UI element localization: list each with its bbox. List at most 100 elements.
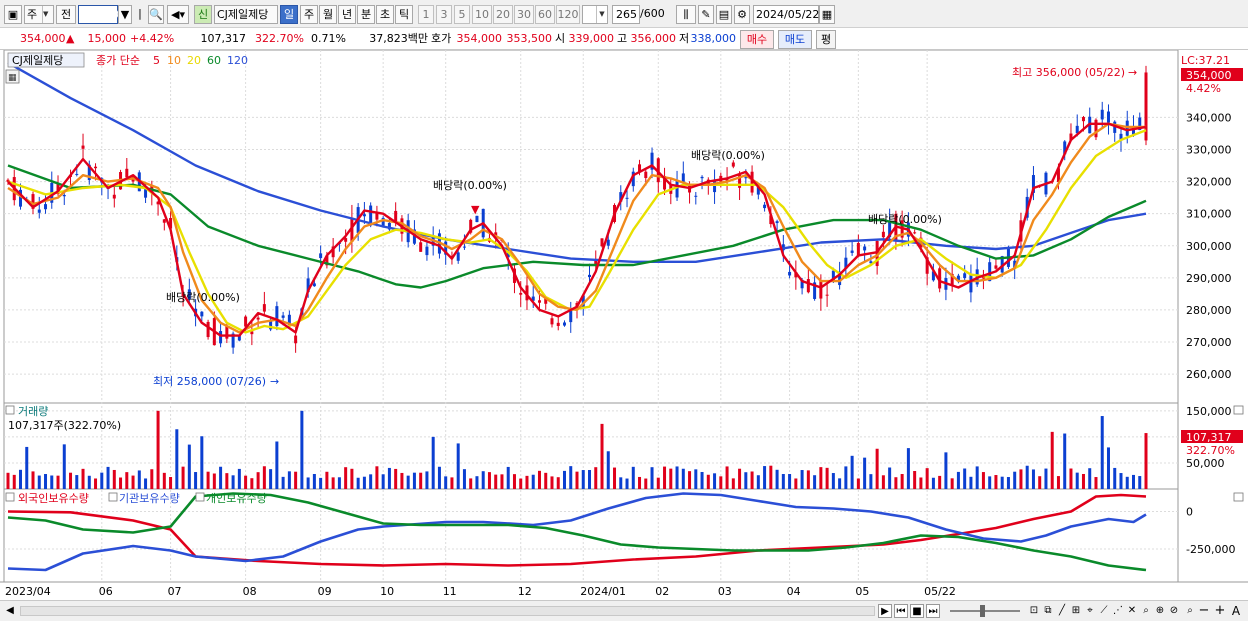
tab-period-tick[interactable]: 틱 (395, 5, 413, 24)
volume-bar (531, 474, 535, 489)
ma-legend-5: 5 (153, 54, 160, 67)
tab-period-minute[interactable]: 분 (357, 5, 375, 24)
tab-period-week[interactable]: 주 (300, 5, 318, 24)
interval-1[interactable]: 1 (418, 5, 434, 24)
sell-button[interactable]: 매도 (778, 30, 812, 49)
volume-bar (1125, 476, 1129, 489)
draw-tool-icon[interactable]: ✎ (698, 5, 714, 24)
link-icon[interactable]: ⊕ (1154, 604, 1166, 618)
stock-chart[interactable]: 340,000 330,000 320,000 310,000 300,000 290,0… (0, 50, 1248, 600)
zoom-out-icon[interactable]: − (1198, 604, 1210, 618)
calendar-icon[interactable]: ▦ (819, 5, 835, 24)
search-zoom-icon[interactable]: ⌕ (1184, 604, 1196, 618)
volume-bar (888, 467, 892, 489)
interval-20[interactable]: 20 (493, 5, 513, 24)
sound-icon[interactable]: ◀▾ (167, 5, 189, 24)
tab-period-day[interactable]: 일 (280, 5, 298, 24)
individual-series-toggle[interactable] (195, 492, 205, 502)
crosshair-icon[interactable]: ⊡ (1028, 604, 1040, 618)
ma-legend-20: 20 (187, 54, 201, 67)
tab-period-second[interactable]: 초 (376, 5, 394, 24)
volume-bar (512, 474, 516, 489)
zoom-slider-handle[interactable] (980, 605, 985, 617)
scroll-left-icon[interactable]: ◀ (4, 604, 16, 618)
candle-type-icon[interactable]: ⫼ (676, 5, 696, 24)
evaluate-button[interactable]: 평 (816, 30, 836, 49)
window-menu-icon[interactable]: ▣ (4, 5, 22, 24)
prev-button[interactable]: 전 (56, 5, 76, 24)
volume-bar (419, 472, 423, 489)
volume-ratio: 322.70% (255, 32, 304, 45)
interval-30[interactable]: 30 (514, 5, 534, 24)
tab-period-month[interactable]: 월 (319, 5, 337, 24)
investor-panel-close-icon[interactable] (1233, 492, 1244, 502)
current-pct-tag: 4.42% (1186, 82, 1221, 95)
stock-code-input[interactable]: 097950 (78, 5, 123, 24)
interval-dropdown[interactable]: ▼ (582, 5, 608, 24)
first-button[interactable]: ⏮ (894, 604, 908, 618)
zoom-in-icon[interactable]: + (1214, 604, 1226, 618)
candle-body (606, 239, 610, 246)
trend-line-icon[interactable]: ╱ (1056, 604, 1068, 618)
interval-60[interactable]: 60 (535, 5, 555, 24)
buy-button[interactable]: 매수 (740, 30, 774, 49)
fibonacci-icon[interactable]: ⋰ (1112, 604, 1124, 618)
ruler-icon[interactable]: ⊞ (1070, 604, 1082, 618)
volume-bar (219, 466, 223, 489)
tab-period-year[interactable]: 년 (338, 5, 356, 24)
volume-panel-close-icon[interactable] (1233, 405, 1244, 415)
price-tick-label: 270,000 (1186, 336, 1232, 349)
volume-bar (900, 474, 904, 489)
zoom-slider-track[interactable] (950, 610, 1020, 612)
quote-label: 호가 (431, 32, 452, 45)
scroll-track[interactable] (20, 606, 875, 616)
volume-bar (81, 468, 85, 489)
copy-icon[interactable]: ⧉ (1042, 604, 1054, 618)
bar-count-input[interactable]: 265 (612, 5, 640, 24)
play-button[interactable]: ▶ (878, 604, 892, 618)
market-select[interactable]: 주 ▼ (24, 5, 54, 24)
candle-body (644, 171, 648, 179)
interval-120[interactable]: 120 (556, 5, 580, 24)
volume-bar (356, 477, 360, 489)
dividend-annotation-4: 배당락(0.00%) (868, 213, 942, 226)
stop-button[interactable]: ■ (910, 604, 924, 618)
interval-3[interactable]: 3 (436, 5, 452, 24)
volume-bar (44, 474, 48, 489)
volume-bar (225, 473, 229, 489)
volume-bar (963, 468, 967, 489)
institution-series-toggle[interactable] (108, 492, 118, 502)
investor-panel-toggle[interactable] (5, 492, 15, 502)
last-button[interactable]: ⏭ (926, 604, 940, 618)
volume-bar (406, 475, 410, 489)
stock-name-field[interactable]: CJ제일제당 (214, 5, 278, 24)
x-tick-label: 07 (168, 585, 182, 598)
ma-legend-10: 10 (167, 54, 181, 67)
x-tick-label: 2024/01 (580, 585, 626, 598)
pin-icon[interactable]: ⊘ (1168, 604, 1180, 618)
text-icon[interactable]: ⌕ (1140, 604, 1152, 618)
volume-bar (750, 471, 754, 489)
measure-icon[interactable]: ⌖ (1084, 604, 1096, 618)
date-input[interactable]: 2024/05/22 (753, 5, 819, 24)
volume-bar (6, 472, 10, 489)
interval-10[interactable]: 10 (472, 5, 492, 24)
candle-body (825, 294, 829, 296)
auto-scale-icon[interactable]: A (1230, 604, 1242, 618)
channel-icon[interactable]: ⟋ (1098, 604, 1110, 618)
search-icon[interactable]: 🔍 (148, 5, 164, 24)
candle-body (112, 194, 116, 199)
gear-icon[interactable]: ⚙ (734, 5, 750, 24)
candle-body (1094, 119, 1098, 138)
volume-bar (31, 471, 35, 489)
quote-info-bar: 354,000 ▲ 15,000 +4.42% 107,317 322.70% … (0, 28, 1248, 50)
volume-bar (681, 468, 685, 489)
erase-icon[interactable]: ✕ (1126, 604, 1138, 618)
chart-scrollbar[interactable]: ◀ ▶ ⏮ ■ ⏭ ⊡ ⧉ ╱ ⊞ ⌖ ⟋ ⋰ ✕ ⌕ ⊕ ⊘ ⌕ − + A (0, 600, 1248, 621)
save-icon[interactable]: ▤ (716, 5, 732, 24)
code-separator: | (138, 7, 142, 20)
candle-body (537, 300, 541, 303)
code-dropdown-icon[interactable]: ▼ (118, 5, 132, 24)
volume-panel-toggle[interactable] (5, 405, 15, 415)
interval-5[interactable]: 5 (454, 5, 470, 24)
